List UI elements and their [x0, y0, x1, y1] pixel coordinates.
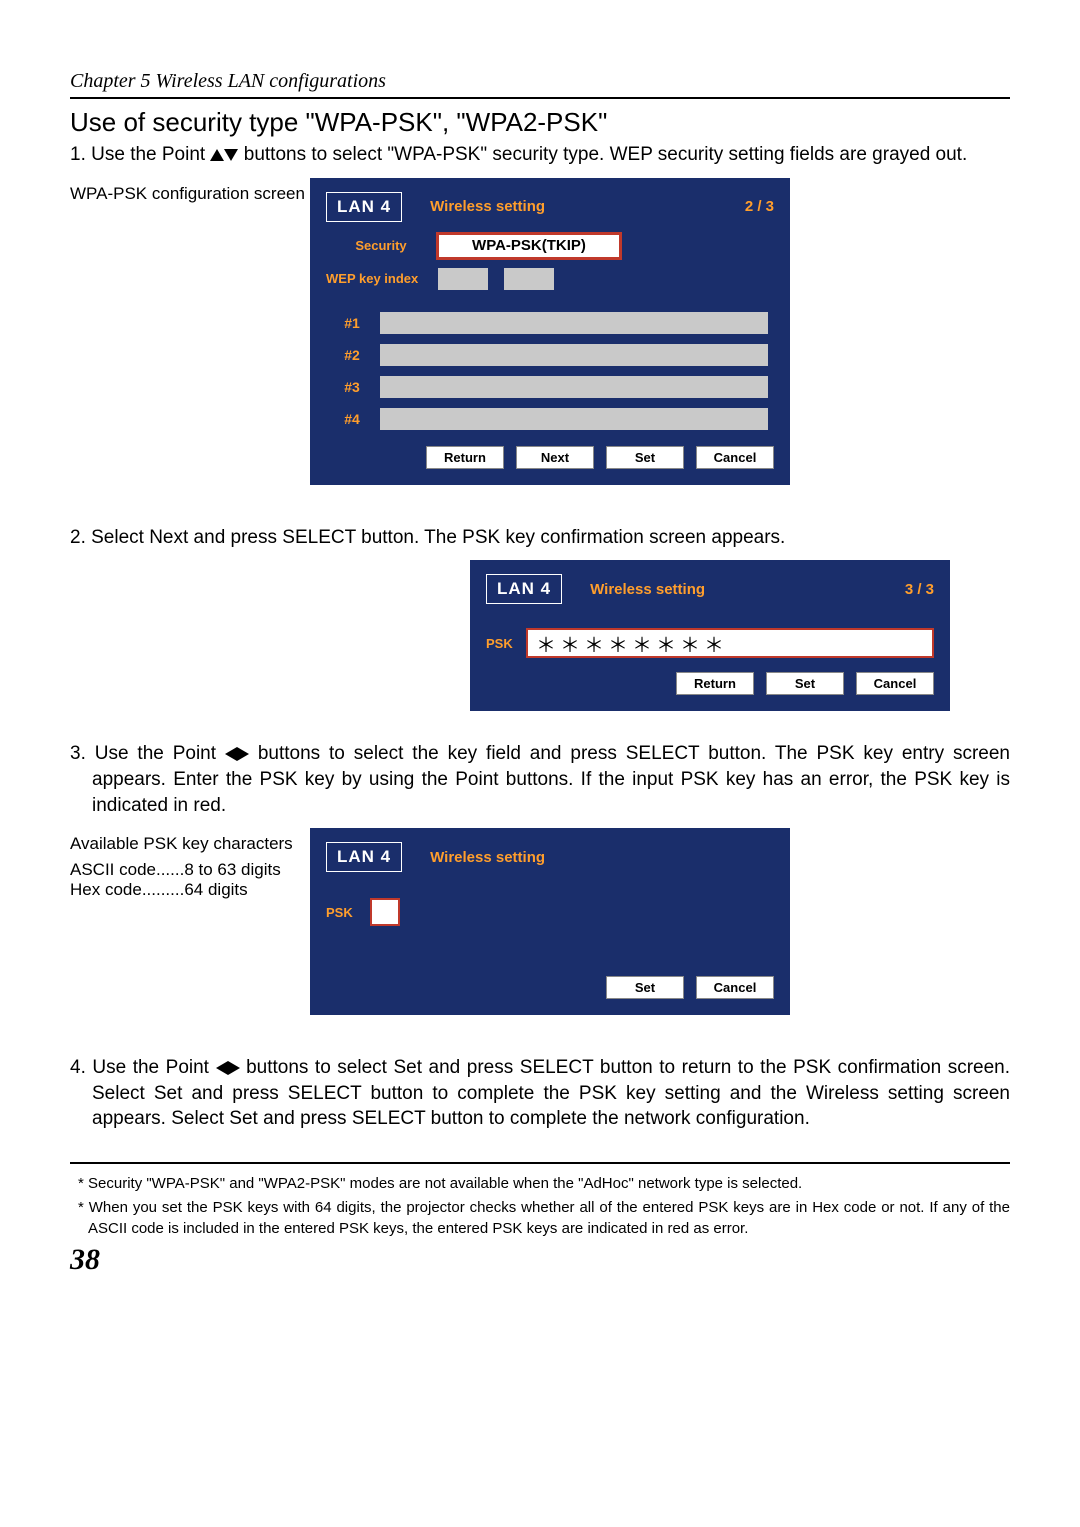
osd1-next-button[interactable]: Next [516, 446, 594, 469]
osd3-lan-badge: LAN 4 [326, 842, 402, 872]
step-1: 1. Use the Point buttons to select "WPA-… [70, 142, 1010, 168]
osd2-title: Wireless setting [590, 581, 705, 598]
osd1-wep-index[interactable] [436, 266, 490, 292]
osd1-security-label: Security [326, 238, 436, 253]
step-4: 4. Use the Point buttons to select Set a… [70, 1055, 1010, 1132]
osd2-page: 3 / 3 [905, 581, 934, 598]
osd3-cancel-button[interactable]: Cancel [696, 976, 774, 999]
osd2-psk-field[interactable]: ＊＊＊＊＊＊＊＊ [526, 628, 934, 658]
step-3: 3. Use the Point buttons to select the k… [70, 741, 1010, 818]
avail-hex: Hex code.........64 digits [70, 880, 310, 900]
osd2-cancel-button[interactable]: Cancel [856, 672, 934, 695]
osd1-lan-badge: LAN 4 [326, 192, 402, 222]
osd1-key2-label: #2 [326, 347, 378, 363]
osd2-psk-label: PSK [486, 636, 526, 651]
osd1-key4-label: #4 [326, 411, 378, 427]
avail-ascii: ASCII code......8 to 63 digits [70, 860, 310, 880]
osd-wpa-config: LAN 4 Wireless setting 2 / 3 Security WP… [310, 178, 790, 485]
osd3-title: Wireless setting [430, 849, 545, 866]
point-up-icon [210, 149, 224, 161]
osd1-set-button[interactable]: Set [606, 446, 684, 469]
point-right-icon [237, 747, 249, 761]
osd1-wep-label: WEP key index [326, 271, 436, 286]
footnotes: * Security "WPA-PSK" and "WPA2-PSK" mode… [70, 1162, 1010, 1239]
osd1-key3-label: #3 [326, 379, 378, 395]
osd2-return-button[interactable]: Return [676, 672, 754, 695]
footnote-1: * Security "WPA-PSK" and "WPA2-PSK" mode… [88, 1174, 1010, 1194]
point-left-icon [225, 747, 237, 761]
step1-post: buttons to select "WPA-PSK" security typ… [244, 144, 967, 165]
step1-pre: 1. Use the Point [70, 144, 210, 165]
osd-psk-confirm: LAN 4 Wireless setting 3 / 3 PSK ＊＊＊＊＊＊＊… [470, 560, 950, 711]
osd1-title: Wireless setting [430, 198, 545, 215]
osd3-set-button[interactable]: Set [606, 976, 684, 999]
step3-pre: 3. Use the Point [70, 743, 225, 764]
osd1-key2-field[interactable] [378, 342, 770, 368]
osd2-lan-badge: LAN 4 [486, 574, 562, 604]
osd1-key3-field[interactable] [378, 374, 770, 400]
osd1-key1-field[interactable] [378, 310, 770, 336]
point-right-icon-2 [228, 1061, 240, 1075]
osd1-key4-field[interactable] [378, 406, 770, 432]
footnote-2: * When you set the PSK keys with 64 digi… [88, 1198, 1010, 1239]
osd3-psk-label: PSK [326, 905, 366, 920]
avail-title: Available PSK key characters [70, 834, 310, 854]
page-number: 38 [70, 1243, 1010, 1277]
osd1-cancel-button[interactable]: Cancel [696, 446, 774, 469]
osd-psk-entry: LAN 4 Wireless setting PSK Set Cancel [310, 828, 790, 1015]
step4-pre: 4. Use the Point [70, 1057, 216, 1078]
step-2: 2. Select Next and press SELECT button. … [70, 525, 1010, 551]
osd1-page: 2 / 3 [745, 198, 774, 215]
osd1-return-button[interactable]: Return [426, 446, 504, 469]
osd2-set-button[interactable]: Set [766, 672, 844, 695]
caption-1: WPA-PSK configuration screen [70, 178, 310, 204]
chapter-heading: Chapter 5 Wireless LAN configurations [70, 70, 1010, 99]
point-down-icon [224, 149, 238, 161]
osd1-key1-label: #1 [326, 315, 378, 331]
osd1-wep-index-2[interactable] [502, 266, 556, 292]
osd1-security-field[interactable]: WPA-PSK(TKIP) [436, 232, 622, 260]
point-left-icon-2 [216, 1061, 228, 1075]
section-title: Use of security type "WPA-PSK", "WPA2-PS… [70, 107, 1010, 138]
osd3-psk-char-box[interactable] [370, 898, 400, 926]
